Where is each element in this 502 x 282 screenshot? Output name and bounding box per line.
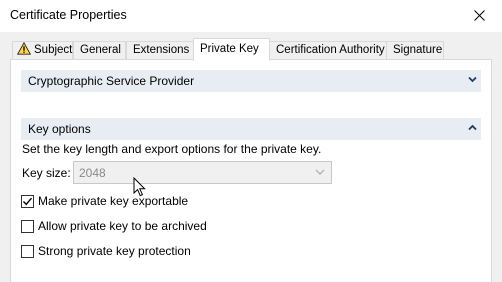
- mouse-cursor-icon: [133, 177, 146, 197]
- tab-label: Subject: [34, 44, 73, 56]
- section-title: Cryptographic Service Provider: [28, 74, 195, 88]
- dialog-body: Subject General Extensions Private Key C…: [0, 32, 502, 282]
- exportable-option[interactable]: Make private key exportable: [21, 193, 188, 209]
- strong-protection-option[interactable]: Strong private key protection: [21, 243, 191, 259]
- key-size-select[interactable]: 2048: [73, 161, 332, 184]
- chevron-down-icon: [468, 76, 477, 83]
- checkmark-icon: [22, 197, 33, 205]
- key-size-label: Key size:: [22, 166, 71, 180]
- exportable-checkbox[interactable]: [21, 194, 34, 208]
- tab-certification-authority[interactable]: Certification Authority: [269, 41, 387, 60]
- chevron-up-icon: [468, 124, 477, 131]
- tab-label: Certification Authority: [276, 44, 385, 56]
- exportable-label: Make private key exportable: [38, 194, 189, 208]
- tab-label: General: [80, 44, 121, 56]
- title-bar: Certificate Properties: [0, 0, 502, 32]
- tab-label: Extensions: [133, 44, 190, 56]
- close-icon: [473, 10, 485, 21]
- tab-general[interactable]: General: [73, 41, 126, 60]
- private-key-panel: Cryptographic Service Provider Key optio…: [10, 59, 492, 282]
- tab-label: Private Key: [200, 43, 259, 55]
- strong-protection-checkbox[interactable]: [21, 244, 34, 258]
- key-options-description: Set the key length and export options fo…: [22, 142, 322, 156]
- tab-label: Signature: [393, 44, 443, 56]
- close-button[interactable]: [456, 0, 502, 31]
- tab-extensions[interactable]: Extensions: [126, 41, 202, 60]
- chevron-down-icon: [315, 169, 325, 175]
- tab-private-key[interactable]: Private Key: [193, 38, 270, 61]
- section-header-csp[interactable]: Cryptographic Service Provider: [21, 70, 481, 92]
- section-title: Key options: [28, 122, 91, 136]
- archive-label: Allow private key to be archived: [38, 219, 207, 233]
- warning-icon: [17, 42, 31, 55]
- strong-protection-label: Strong private key protection: [38, 244, 191, 258]
- archive-option[interactable]: Allow private key to be archived: [21, 218, 207, 234]
- window-title: Certificate Properties: [10, 8, 127, 22]
- tab-signature[interactable]: Signature: [386, 41, 444, 60]
- archive-checkbox[interactable]: [21, 219, 34, 233]
- section-header-key-options[interactable]: Key options: [21, 118, 481, 140]
- key-size-value: 2048: [79, 166, 106, 180]
- tab-subject[interactable]: Subject: [12, 41, 73, 60]
